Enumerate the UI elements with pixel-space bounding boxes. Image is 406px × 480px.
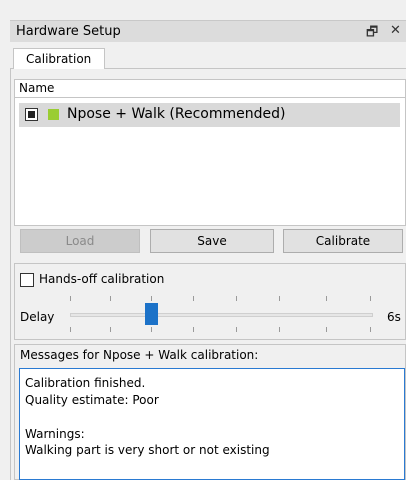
color-swatch [48,109,59,120]
restore-icon[interactable]: 🗗 [366,23,378,45]
load-button[interactable]: Load [20,229,140,253]
close-icon[interactable]: ✕ [390,23,401,38]
slider-tick [326,296,327,301]
slider-tick [279,327,280,332]
delay-slider-track[interactable] [70,313,373,317]
slider-tick [326,327,327,332]
slider-tick [193,327,194,332]
list-item-label: Npose + Walk (Recommended) [67,106,286,122]
slider-tick [236,327,237,332]
slider-tick [279,296,280,301]
panel-titlebar: Hardware Setup 🗗 ✕ [10,20,406,42]
messages-title: Messages for Npose + Walk calibration: [20,348,259,362]
slider-tick [110,327,111,332]
panel-title: Hardware Setup [16,24,121,39]
delay-max-label: 6s [387,310,401,324]
list-column-header[interactable]: Name [14,79,406,98]
slider-tick [370,296,371,301]
slider-tick [370,327,371,332]
save-button[interactable]: Save [150,229,274,253]
list-item-checkbox[interactable] [25,108,38,121]
slider-tick [110,296,111,301]
message-line: Quality estimate: Poor [25,393,159,407]
calibrate-button[interactable]: Calibrate [283,229,403,253]
message-line: Warnings: [25,427,85,441]
message-line: Calibration finished. [25,376,146,390]
delay-label: Delay [20,310,55,324]
slider-tick [70,296,71,301]
handsoff-label: Hands-off calibration [39,272,165,286]
name-column-label: Name [19,81,55,95]
message-line: Walking part is very short or not existi… [25,443,270,457]
tab-calibration-label: Calibration [26,52,92,66]
slider-tick [151,296,152,301]
slider-tick [151,327,152,332]
tab-calibration[interactable]: Calibration [13,48,105,70]
handsoff-checkbox[interactable] [20,273,34,287]
slider-tick [193,296,194,301]
slider-tick [236,296,237,301]
list-item[interactable]: Npose + Walk (Recommended) [19,103,400,127]
delay-slider-thumb[interactable] [145,303,158,325]
slider-tick [70,327,71,332]
